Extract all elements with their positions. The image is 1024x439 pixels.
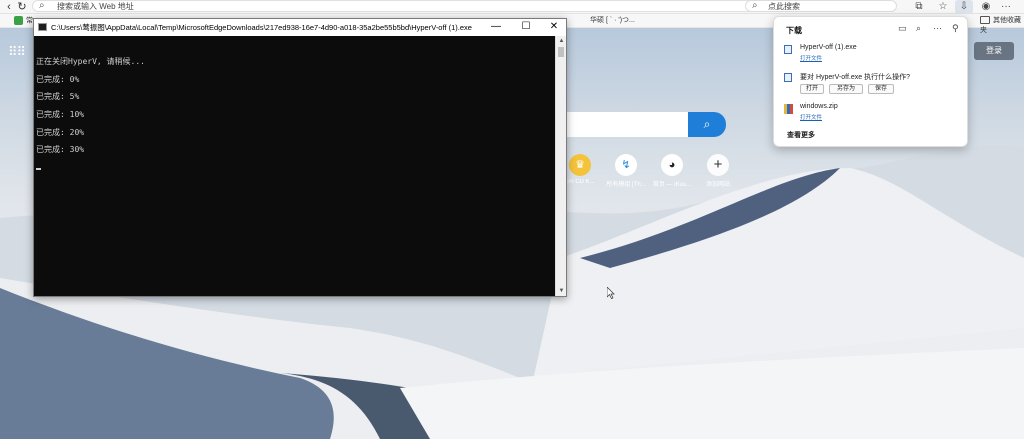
download-prompt: 要对 HyperV-off.exe 执行什么操作?	[800, 74, 910, 81]
more-options-icon[interactable]: ···	[933, 23, 942, 33]
text-cursor	[36, 168, 41, 171]
console-cursor-line	[36, 159, 554, 177]
downloads-panel: 下载 ▭ ⌕ ··· ⚲ HyperV-off (1).exe 打开文件 要对 …	[773, 16, 968, 147]
console-line: 已完成: 0%	[36, 74, 80, 84]
favicon-icon	[14, 16, 23, 25]
refresh-icon[interactable]: ↻	[15, 0, 29, 14]
save-as-button[interactable]: 另存为	[829, 84, 863, 94]
quick-link[interactable]: ◕ 首页 — iKuu...	[647, 154, 697, 190]
quick-link-label: 所有模组 [Th...	[606, 182, 646, 188]
search-button[interactable]: ⌕	[688, 112, 726, 137]
site-logo-icon: ↯	[615, 154, 637, 176]
console-line: 已完成: 10%	[36, 110, 85, 120]
other-favorites[interactable]: 其他收藏夹	[980, 16, 1024, 34]
open-button[interactable]: 打开	[800, 84, 824, 94]
search-icon[interactable]: ⌕	[916, 23, 921, 34]
console-line: 已完成: 30%	[36, 145, 85, 155]
scroll-down-icon[interactable]: ▼	[556, 286, 567, 296]
plus-icon: +	[707, 154, 729, 176]
exe-file-icon	[784, 45, 792, 54]
extensions-icon[interactable]: ⧉	[910, 0, 928, 14]
cat-icon: ◕	[661, 154, 683, 176]
search-icon: ⌕	[752, 0, 758, 11]
favorite-item[interactable]: 华硕 [ ` · ')つ...	[590, 16, 635, 26]
app-launcher-icon[interactable]: ⠿⠿	[8, 44, 26, 60]
download-name: HyperV-off (1).exe	[800, 44, 857, 51]
open-file-link[interactable]: 打开文件	[800, 113, 822, 121]
maximize-button[interactable]: ☐	[512, 19, 540, 36]
address-bar[interactable]: ⌕ 搜索或输入 Web 地址 ★	[32, 0, 768, 12]
back-icon[interactable]: ‹	[2, 0, 16, 14]
quick-link-label: 首页 — iKuu...	[652, 182, 692, 188]
console-titlebar[interactable]: C:\Users\莺振图\AppData\Local\Temp\Microsof…	[34, 19, 566, 36]
more-menu-icon[interactable]: ···	[997, 0, 1015, 14]
favorite-label: 华硕 [ ` · ')つ...	[590, 17, 635, 24]
browser-toolbar: ‹ ↻ ⌕ 搜索或输入 Web 地址 ★ ⌕ 点此搜索 ⧉ ☆ ⇩ ◉ ···	[0, 0, 1024, 14]
console-window[interactable]: C:\Users\莺振图\AppData\Local\Temp\Microsof…	[33, 18, 567, 297]
console-line: 已完成: 20%	[36, 127, 85, 137]
pin-icon[interactable]: ⚲	[952, 23, 959, 34]
open-file-link[interactable]: 打开文件	[800, 54, 822, 62]
download-item[interactable]: HyperV-off (1).exe 打开文件	[784, 44, 964, 64]
console-scrollbar[interactable]: ▲ ▼	[555, 36, 566, 296]
folder-icon	[980, 16, 990, 25]
crown-icon: ♛	[569, 154, 591, 176]
see-more-link[interactable]: 查看更多	[787, 130, 815, 140]
login-button[interactable]: 登录	[974, 42, 1014, 60]
browser-search-box[interactable]: ⌕ 点此搜索	[745, 0, 897, 12]
search-icon: ⌕	[703, 117, 711, 131]
exe-file-icon	[784, 73, 792, 82]
folder-icon[interactable]: ▭	[898, 23, 907, 34]
favorite-item[interactable]: 常	[14, 16, 33, 26]
search-icon: ⌕	[39, 0, 45, 11]
console-icon	[38, 23, 47, 31]
console-title: C:\Users\莺振图\AppData\Local\Temp\Microsof…	[51, 23, 472, 32]
favorites-icon[interactable]: ☆	[934, 0, 952, 14]
search-placeholder: 点此搜索	[768, 2, 800, 11]
console-output: 正在关闭HyperV, 请稍候... 已完成: 0% 已完成: 5% 已完成: …	[34, 36, 554, 296]
quick-link-label: 添加网站	[705, 182, 730, 188]
quick-link[interactable]: ↯ 所有模组 [Th...	[601, 154, 651, 190]
favorite-label: 常	[26, 17, 33, 25]
zip-file-icon	[784, 104, 793, 114]
close-button[interactable]: ✕	[540, 19, 568, 36]
scroll-up-icon[interactable]: ▲	[556, 36, 567, 46]
downloads-icon[interactable]: ⇩	[955, 0, 973, 14]
downloads-header: 下载	[786, 26, 802, 35]
download-name: windows.zip	[800, 103, 838, 110]
console-line: 正在关闭HyperV, 请稍候...	[36, 57, 145, 66]
profile-icon[interactable]: ◉	[977, 0, 995, 14]
minimize-button[interactable]: —	[482, 19, 510, 36]
save-button[interactable]: 保存	[868, 84, 894, 94]
page-search-bar[interactable]: ⌕	[566, 112, 726, 137]
address-placeholder: 搜索或输入 Web 地址	[57, 2, 134, 11]
download-item: 要对 HyperV-off.exe 执行什么操作? 打开 另存为 保存	[784, 72, 964, 98]
add-site-link[interactable]: + 添加网站	[693, 154, 743, 190]
console-line: 已完成: 5%	[36, 92, 80, 102]
download-item[interactable]: windows.zip 打开文件	[784, 103, 964, 123]
scrollbar-thumb[interactable]	[558, 47, 564, 57]
